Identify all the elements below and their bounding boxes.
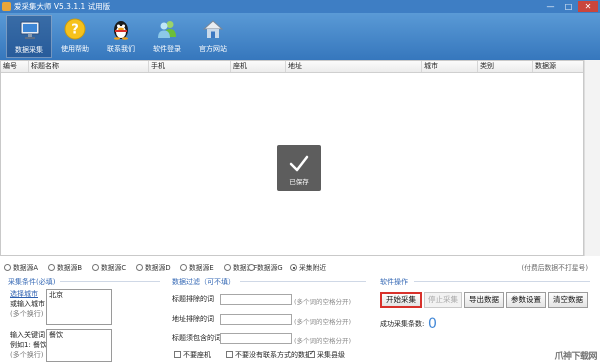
checkbox-icon [226, 351, 233, 358]
checkbox-icon [174, 351, 181, 358]
toolbar-label: 软件登录 [153, 45, 181, 53]
county-level-checkbox[interactable]: 采集县级 [308, 349, 345, 360]
no-contact-checkbox[interactable]: 不要没有联系方式的数据 [226, 350, 312, 360]
checkmark-icon [289, 155, 309, 172]
stop-collect-button[interactable]: 停止采集 [424, 292, 462, 308]
window-title: 爱采集大师 V5.3.1.1 试用版 [14, 2, 111, 11]
source-option-c[interactable]: 数据源C [92, 261, 126, 275]
clear-data-button[interactable]: 清空数据 [548, 292, 588, 308]
close-button[interactable]: ✕ [578, 1, 598, 12]
svg-text:?: ? [71, 23, 79, 38]
toolbar-label: 官方网站 [199, 45, 227, 53]
source-option-nearby[interactable]: 采集附近 [290, 261, 326, 275]
column-header-source[interactable]: 数据源 [533, 61, 583, 72]
filter-label: 地址排除的词 [172, 315, 214, 323]
source-option-e[interactable]: 数据源E [180, 261, 214, 275]
city-note: (多个换行) [10, 310, 44, 318]
radio-icon [224, 264, 231, 271]
filter-hint: (多个词的空格分开) [294, 298, 352, 306]
address-exclude-input[interactable] [220, 314, 292, 325]
home-icon [202, 20, 224, 38]
select-city-link[interactable]: 选择城市 [10, 290, 38, 299]
source-option-d[interactable]: 数据源D [136, 261, 171, 275]
watermark: 爪神下载网 [554, 352, 597, 362]
toolbar-label: 数据采集 [15, 46, 43, 54]
toast-label: 已保存 [289, 178, 309, 186]
keyword-note: (多个换行) [10, 351, 44, 359]
question-icon: ? [64, 18, 86, 40]
table-header: 编号 标题名称 手机 座机 地址 城市 类别 数据源 [1, 61, 583, 73]
qq-penguin-icon [114, 21, 128, 40]
app-window: 爱采集大师 V5.3.1.1 试用版 — □ ✕ 数据采集 ? 使用帮助 联系我… [0, 0, 600, 364]
users-icon [158, 21, 176, 38]
start-collect-button[interactable]: 开始采集 [380, 292, 422, 308]
column-header-phone[interactable]: 座机 [231, 61, 286, 72]
main-toolbar: 数据采集 ? 使用帮助 联系我们 软件登录 官方网站 [0, 13, 600, 60]
city-sub-label: 或输入城市 [10, 300, 45, 308]
window-controls: — □ ✕ [542, 1, 598, 12]
maximize-button[interactable]: □ [560, 1, 577, 12]
section-divider [60, 281, 160, 282]
checkbox-checked-icon [308, 349, 315, 358]
filter-label: 标题排除的词 [172, 295, 214, 303]
title-bar: 爱采集大师 V5.3.1.1 试用版 — □ ✕ [0, 0, 600, 13]
radio-icon [92, 264, 99, 271]
column-header-address[interactable]: 地址 [286, 61, 422, 72]
app-logo-icon [2, 2, 11, 11]
column-header-id[interactable]: 编号 [1, 61, 29, 72]
keyword-example: 例如1: 餐饮 [10, 341, 48, 349]
radio-icon [248, 264, 255, 271]
column-header-category[interactable]: 类别 [478, 61, 533, 72]
toolbar-help-button[interactable]: ? 使用帮助 [52, 15, 98, 58]
source-option-a[interactable]: 数据源A [4, 261, 38, 275]
monitor-icon [20, 21, 40, 39]
toolbar-label: 使用帮助 [61, 45, 89, 53]
no-landline-checkbox[interactable]: 不要座机 [174, 350, 211, 360]
filter-hint: (多个词的空格分开) [294, 318, 352, 326]
source-option-g[interactable]: 数据源G [248, 261, 283, 275]
source-hint: (付费后数据不打星号) [521, 264, 588, 272]
export-data-button[interactable]: 导出数据 [464, 292, 504, 308]
column-header-title[interactable]: 标题名称 [29, 61, 149, 72]
toolbar-contact-button[interactable]: 联系我们 [98, 15, 144, 58]
data-source-group: 数据源A 数据源B 数据源C 数据源D 数据源E 数据源F 数据源G 采集附近 [0, 261, 600, 275]
toolbar-label: 联系我们 [107, 45, 135, 53]
saved-toast: 已保存 [277, 145, 321, 191]
title-exclude-input[interactable] [220, 294, 292, 305]
radio-icon [136, 264, 143, 271]
column-header-city[interactable]: 城市 [422, 61, 478, 72]
section-divider [414, 281, 590, 282]
keyword-label: 输入关键词 [10, 331, 45, 339]
conditions-title: 采集条件(必填) [8, 278, 56, 286]
success-count-value: 0 [428, 316, 437, 332]
toolbar-data-collect-button[interactable]: 数据采集 [6, 15, 52, 58]
vertical-scrollbar[interactable] [584, 60, 600, 256]
source-option-b[interactable]: 数据源B [48, 261, 82, 275]
section-divider [240, 281, 366, 282]
toolbar-login-button[interactable]: 软件登录 [144, 15, 190, 58]
radio-icon [180, 264, 187, 271]
radio-icon [48, 264, 55, 271]
success-count-label: 成功采集条数: [380, 320, 425, 328]
filter-label: 标题须包含的词 [172, 334, 221, 342]
radio-icon [4, 264, 11, 271]
column-header-mobile[interactable]: 手机 [149, 61, 231, 72]
minimize-button[interactable]: — [542, 1, 559, 12]
filter-title: 数据过滤（可不填） [172, 278, 235, 286]
city-textarea[interactable]: 北京 [46, 289, 112, 325]
toolbar-website-button[interactable]: 官方网站 [190, 15, 236, 58]
radio-selected-icon [290, 264, 297, 271]
keyword-textarea[interactable]: 餐饮 [46, 329, 112, 362]
title-include-input[interactable] [220, 333, 292, 344]
settings-button[interactable]: 参数设置 [506, 292, 546, 308]
actions-title: 软件操作 [380, 278, 408, 286]
filter-hint: (多个词的空格分开) [294, 337, 352, 345]
